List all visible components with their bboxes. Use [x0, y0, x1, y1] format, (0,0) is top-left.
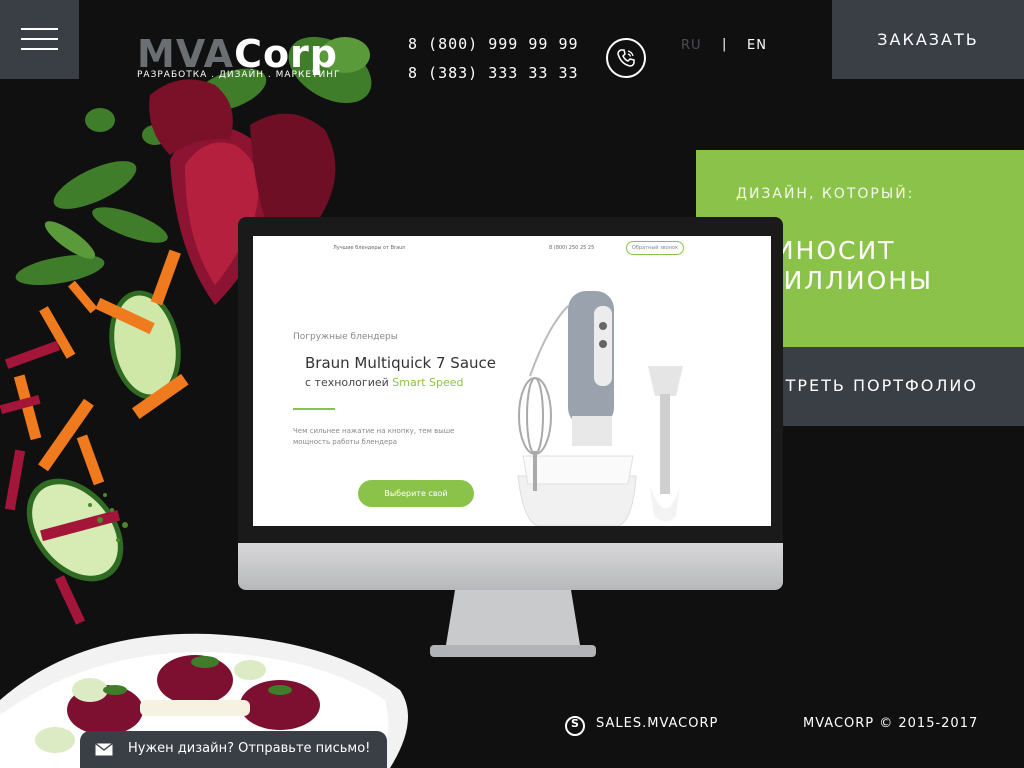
screen-title: Braun Multiquick 7 Sauce	[305, 354, 497, 372]
screen-divider	[293, 408, 335, 410]
lang-separator: |	[722, 37, 728, 52]
mail-prompt-button[interactable]: Нужен дизайн? Отправьте письмо!	[80, 731, 387, 768]
logo[interactable]: MVACorp РАЗРАБОТКА . ДИЗАЙН . МАРКЕТИНГ	[137, 34, 357, 84]
blender-product-image	[517, 291, 683, 526]
order-button[interactable]: ЗАКАЗАТЬ	[832, 0, 1024, 79]
order-button-label: ЗАКАЗАТЬ	[877, 30, 979, 49]
menu-button[interactable]	[0, 0, 79, 79]
skype-icon[interactable]: S	[565, 716, 585, 736]
phone-call-icon[interactable]	[606, 38, 646, 78]
screen-category: Погружные блендеры	[293, 332, 398, 342]
screen-website-preview: Лучшие блендеры от Braun 8 (800) 250 25 …	[253, 236, 771, 526]
screen-top-text: Лучшие блендеры от Braun	[333, 245, 406, 251]
screen-subtitle-highlight: Smart Speed	[392, 376, 464, 389]
logo-tagline: РАЗРАБОТКА . ДИЗАЙН . МАРКЕТИНГ	[137, 70, 341, 80]
monitor-stand	[430, 590, 596, 657]
screen-phone: 8 (800) 250 25 25	[549, 245, 595, 251]
mail-prompt-label: Нужен дизайн? Отправьте письмо!	[128, 741, 371, 756]
lang-en[interactable]: EN	[747, 38, 767, 53]
screen-description: Чем сильнее нажатие на кнопку, тем выше …	[293, 427, 455, 446]
screen-callback-button: Обратный звонок	[626, 241, 684, 255]
screen-subtitle: с технологией Smart Speed	[305, 376, 464, 389]
lang-ru[interactable]: RU	[681, 38, 702, 53]
hamburger-icon	[21, 28, 58, 30]
screen-cta-button: Выберите свой	[358, 480, 474, 507]
monitor-chin	[238, 543, 783, 590]
skype-contact[interactable]: SALES.MVACORP	[596, 716, 718, 731]
envelope-icon	[95, 743, 113, 756]
promo-headline-2: МИЛЛИОНЫ	[760, 266, 934, 295]
promo-subtitle: ДИЗАЙН, КОТОРЫЙ:	[736, 186, 915, 202]
phone-primary[interactable]: 8 (800) 999 99 99	[408, 35, 579, 53]
copyright: MVACORP © 2015-2017	[803, 716, 979, 731]
phone-secondary[interactable]: 8 (383) 333 33 33	[408, 64, 579, 82]
